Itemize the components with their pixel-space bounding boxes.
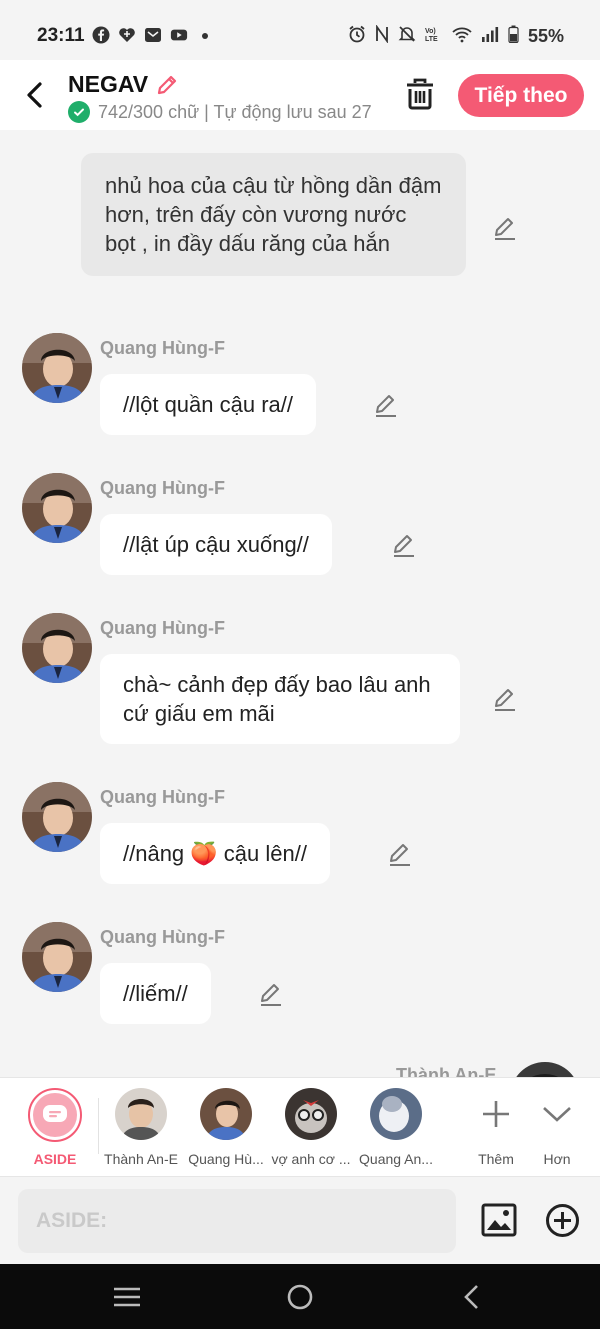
volte-icon: Vo) LTE bbox=[425, 25, 443, 48]
edit-message-button[interactable] bbox=[391, 532, 417, 558]
edit-title-icon[interactable] bbox=[154, 72, 180, 98]
system-nav-bar bbox=[0, 1264, 600, 1329]
sender-name: Thành An-E bbox=[396, 1065, 497, 1077]
story-title-text: NEGAV bbox=[68, 71, 149, 97]
speech-bubble-icon bbox=[43, 1105, 67, 1122]
more-button[interactable]: Hơn bbox=[515, 1088, 599, 1167]
status-time: 23:11 bbox=[37, 25, 85, 46]
alarm-icon bbox=[348, 25, 366, 48]
avatar bbox=[200, 1088, 252, 1140]
battery-icon bbox=[508, 25, 519, 48]
avatar bbox=[115, 1088, 167, 1140]
character-label: vợ anh cơ ... bbox=[271, 1151, 351, 1167]
facebook-icon bbox=[92, 26, 110, 44]
edit-message-button[interactable] bbox=[492, 686, 518, 712]
mail-app-icon bbox=[144, 26, 162, 44]
plus-icon bbox=[483, 1101, 509, 1127]
character-label: Thành An-E bbox=[104, 1151, 178, 1167]
image-icon bbox=[481, 1203, 517, 1237]
edit-message-button[interactable] bbox=[387, 841, 413, 867]
avatar bbox=[370, 1088, 422, 1140]
dot-icon bbox=[196, 26, 214, 44]
more-label: Hơn bbox=[543, 1151, 571, 1167]
back-button[interactable] bbox=[22, 78, 48, 112]
edit-message-button[interactable] bbox=[258, 981, 284, 1007]
pencil-icon bbox=[495, 689, 515, 711]
character-thanh-an[interactable]: Thành An-E bbox=[99, 1088, 183, 1167]
avatar[interactable] bbox=[22, 473, 92, 543]
delete-button[interactable] bbox=[405, 78, 435, 110]
chevron-left-icon bbox=[27, 82, 42, 108]
message-bubble[interactable]: //liếm// bbox=[100, 963, 211, 1024]
character-label: ASIDE bbox=[33, 1151, 77, 1167]
avatar[interactable] bbox=[22, 333, 92, 403]
sender-name: Quang Hùng-F bbox=[100, 787, 225, 807]
youtube-icon bbox=[170, 26, 188, 44]
svg-text:LTE: LTE bbox=[425, 36, 438, 43]
trash-icon bbox=[407, 78, 433, 110]
narration-bubble[interactable]: nhủ hoa của cậu từ hồng dần đậm hơn, trê… bbox=[81, 153, 466, 276]
word-count-status: 742/300 chữ | Tự động lưu sau 27 bbox=[68, 101, 372, 123]
back-arrow-icon bbox=[464, 1285, 478, 1309]
avatar[interactable] bbox=[22, 922, 92, 992]
chat-area[interactable]: nhủ hoa của cậu từ hồng dần đậm hơn, trê… bbox=[0, 130, 600, 1077]
wifi-icon bbox=[452, 25, 472, 48]
character-quang-hung[interactable]: Quang Hù... bbox=[184, 1088, 268, 1167]
pencil-icon bbox=[261, 984, 281, 1006]
story-title[interactable]: NEGAV bbox=[68, 71, 180, 98]
battery-level: 55% bbox=[527, 26, 564, 46]
recent-apps-button[interactable] bbox=[112, 1284, 142, 1310]
pencil-icon bbox=[394, 535, 414, 557]
home-button[interactable] bbox=[285, 1284, 315, 1310]
sender-name: Quang Hùng-F bbox=[100, 618, 225, 638]
edit-message-button[interactable] bbox=[492, 215, 518, 241]
chevron-down-icon bbox=[543, 1107, 571, 1122]
character-label: Quang Hù... bbox=[188, 1151, 264, 1167]
message-bubble[interactable]: //lột quần cậu ra// bbox=[100, 374, 316, 435]
word-count-text: 742/300 chữ | Tự động lưu sau 27 bbox=[98, 101, 372, 122]
check-icon bbox=[68, 101, 90, 123]
character-selector: ASIDE Thành An-E Quang Hù... vợ anh cơ .… bbox=[0, 1077, 600, 1176]
home-circle-icon bbox=[287, 1284, 313, 1310]
menu-icon bbox=[114, 1287, 140, 1307]
status-notification-icons bbox=[92, 26, 214, 44]
next-button[interactable]: Tiếp theo bbox=[458, 74, 584, 117]
pencil-icon bbox=[376, 395, 396, 417]
pencil-icon bbox=[495, 218, 515, 240]
character-label: Quang An... bbox=[359, 1151, 433, 1167]
avatar bbox=[285, 1088, 337, 1140]
character-aside[interactable]: ASIDE bbox=[13, 1088, 97, 1167]
editor-header: NEGAV 742/300 chữ | Tự động lưu sau 27 T… bbox=[0, 60, 600, 130]
avatar[interactable] bbox=[510, 1062, 580, 1077]
heart-app-icon bbox=[118, 26, 136, 44]
mute-icon bbox=[398, 25, 416, 48]
signal-icon bbox=[481, 25, 499, 48]
pencil-icon bbox=[390, 844, 410, 866]
insert-image-button[interactable] bbox=[481, 1203, 517, 1237]
status-system-icons: Vo) LTE 55% bbox=[348, 24, 564, 48]
message-input[interactable] bbox=[18, 1189, 456, 1253]
svg-text:Vo): Vo) bbox=[425, 28, 436, 35]
sender-name: Quang Hùng-F bbox=[100, 927, 225, 947]
character-quang-an[interactable]: Quang An... bbox=[354, 1088, 438, 1167]
sender-name: Quang Hùng-F bbox=[100, 338, 225, 358]
message-bubble[interactable]: //lật úp cậu xuống// bbox=[100, 514, 332, 575]
system-back-button[interactable] bbox=[458, 1284, 488, 1310]
avatar[interactable] bbox=[22, 613, 92, 683]
avatar[interactable] bbox=[22, 782, 92, 852]
character-vo-anh-co[interactable]: vợ anh cơ ... bbox=[269, 1088, 353, 1167]
nfc-icon bbox=[375, 24, 389, 48]
message-bubble[interactable]: chà~ cảnh đẹp đấy bao lâu anh cứ giấu em… bbox=[100, 654, 460, 744]
plus-circle-icon bbox=[546, 1204, 579, 1237]
sender-name: Quang Hùng-F bbox=[100, 478, 225, 498]
edit-message-button[interactable] bbox=[373, 392, 399, 418]
composer-bar bbox=[0, 1176, 600, 1264]
aside-avatar bbox=[28, 1088, 82, 1142]
add-button[interactable] bbox=[545, 1203, 580, 1238]
message-bubble[interactable]: //nâng 🍑 cậu lên// bbox=[100, 823, 330, 884]
